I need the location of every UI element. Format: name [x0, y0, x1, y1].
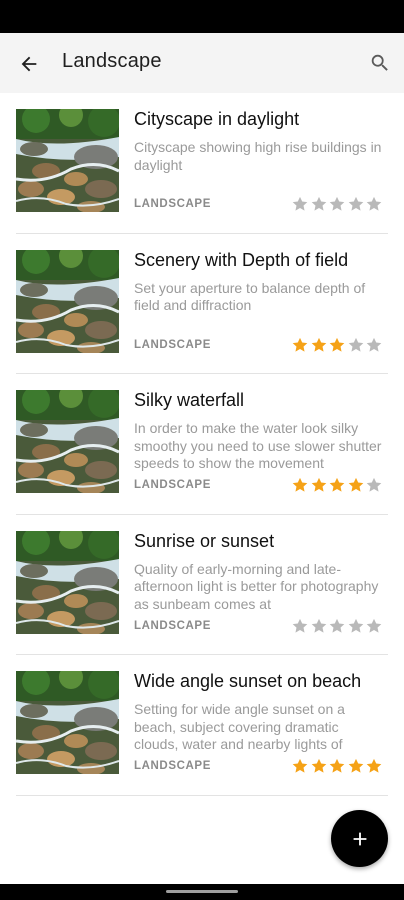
star-empty-icon: [348, 337, 363, 352]
item-title: Wide angle sunset on beach: [134, 671, 362, 691]
item-category: LANDSCAPE: [134, 479, 211, 491]
item-title: Cityscape in daylight: [134, 109, 300, 129]
item-description: In order to make the water look silky sm…: [134, 420, 382, 471]
star-filled-icon: [329, 477, 345, 492]
item-title: Silky waterfall: [134, 390, 245, 410]
home-gesture-handle[interactable]: [166, 890, 238, 893]
item-thumbnail: [16, 109, 119, 212]
item-thumbnail: [16, 530, 119, 634]
star-empty-icon: [292, 196, 308, 211]
status-bar: [0, 0, 404, 33]
star-filled-icon: [348, 758, 363, 773]
rating-stars: [291, 617, 384, 635]
star-empty-icon: [366, 477, 382, 492]
star-filled-icon: [329, 758, 345, 773]
rating-stars: [291, 336, 384, 354]
item-thumbnail: [16, 390, 119, 493]
rating-stars: [291, 476, 384, 494]
star-empty-icon: [366, 618, 382, 633]
star-empty-icon: [366, 337, 382, 352]
navigation-bar: [0, 884, 404, 900]
list-item[interactable]: Sunrise or sunset Quality of early-mornin…: [0, 515, 404, 655]
app-bar: Landscape: [0, 33, 404, 93]
item-category: LANDSCAPE: [134, 760, 211, 772]
star-empty-icon: [292, 618, 308, 633]
star-filled-icon: [311, 337, 326, 352]
star-empty-icon: [348, 196, 363, 211]
star-empty-icon: [366, 196, 382, 211]
list-item[interactable]: Cityscape in daylight Cityscape showing h…: [0, 93, 404, 234]
star-filled-icon: [292, 477, 308, 492]
search-button[interactable]: [366, 49, 394, 77]
star-filled-icon: [311, 758, 326, 773]
item-category: LANDSCAPE: [134, 198, 211, 210]
item-description: Cityscape showing high rise buildings in…: [134, 139, 382, 173]
list-item[interactable]: Wide angle sunset on beach Setting for wi…: [0, 655, 404, 796]
page-title: Landscape: [62, 50, 162, 72]
add-button[interactable]: [331, 810, 388, 867]
star-empty-icon: [311, 618, 326, 633]
item-title: Sunrise or sunset: [134, 530, 275, 551]
back-button[interactable]: [14, 49, 44, 79]
item-description: Quality of early-morning and late-aftern…: [134, 560, 379, 612]
rating-stars: [291, 757, 384, 775]
item-category: LANDSCAPE: [134, 619, 211, 632]
list-item[interactable]: Silky waterfall In order to make the wate…: [0, 374, 404, 515]
item-category: LANDSCAPE: [134, 338, 211, 351]
star-empty-icon: [329, 196, 345, 211]
item-thumbnail: [16, 671, 119, 774]
star-filled-icon: [348, 477, 363, 492]
item-description: Setting for wide angle sunset on a beach…: [134, 701, 345, 752]
star-filled-icon: [311, 477, 326, 492]
star-filled-icon: [292, 337, 308, 352]
arrow-left-icon: [21, 56, 37, 72]
plus-icon: [353, 832, 366, 845]
rating-stars: [291, 195, 384, 213]
star-filled-icon: [366, 758, 382, 773]
star-filled-icon: [329, 337, 345, 352]
star-filled-icon: [292, 758, 308, 773]
photo-tips-list: Cityscape in daylight Cityscape showing h…: [0, 93, 404, 796]
search-icon: [371, 54, 388, 71]
star-empty-icon: [329, 618, 345, 633]
divider: [16, 794, 388, 796]
star-empty-icon: [311, 196, 326, 211]
item-description: Set your aperture to balance depth of fi…: [134, 279, 366, 314]
item-title: Scenery with Depth of field: [134, 249, 349, 270]
list-item[interactable]: Scenery with Depth of field Set your aper…: [0, 234, 404, 374]
item-thumbnail: [16, 249, 119, 353]
star-empty-icon: [348, 618, 363, 633]
